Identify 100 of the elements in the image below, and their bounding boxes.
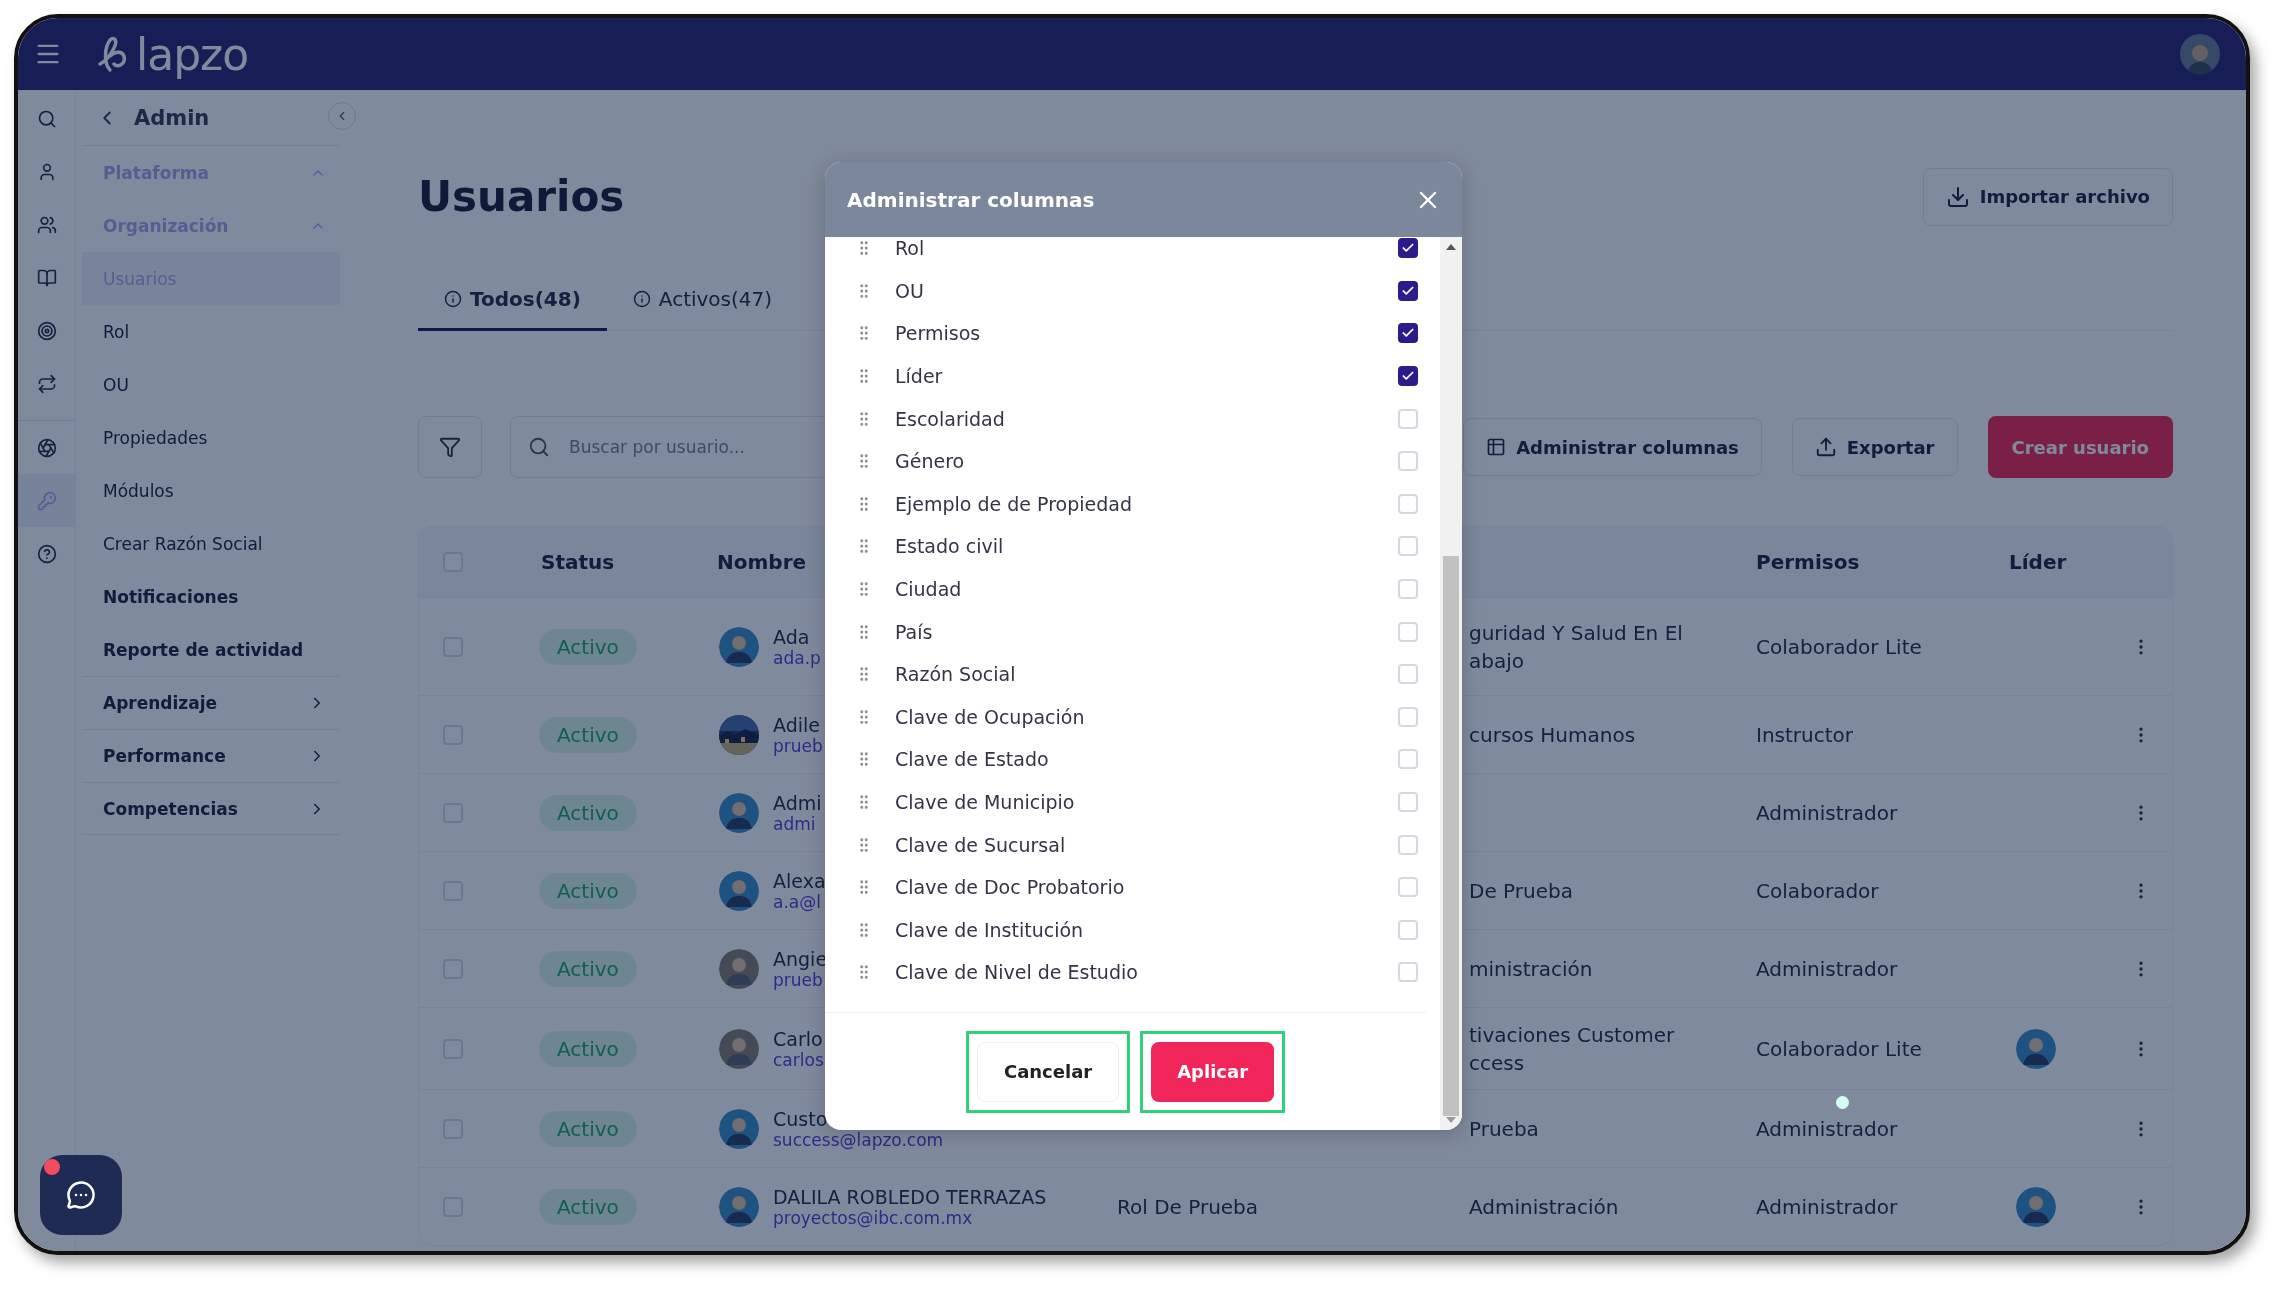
status-badge: Activo [539,950,637,987]
column-checkbox[interactable] [1398,323,1418,344]
table-cell-text: Prueba [1469,1115,1539,1143]
column-option-label: Clave de Doc Probatorio [895,876,1126,899]
sidebar-item[interactable]: Rol [82,305,340,358]
table-cell-text: Colaborador [1756,877,1879,905]
users-icon [36,214,57,235]
sidebar-item[interactable]: OU [82,358,340,411]
sidebar-item[interactable]: Competencias [82,782,340,835]
user-email[interactable]: prueb [773,735,823,756]
table-cell-text: Administrador [1756,1193,1898,1221]
table-cell-text: tivaciones Customer ccess [1469,1021,1676,1077]
table-cell-text: Instructor [1756,721,1854,749]
table-cell-text: Rol De Prueba [1117,1193,1259,1221]
column-option-label: Clave de Institución [895,918,1085,941]
user-name: Custo [773,1107,829,1130]
table-icon [1486,437,1507,457]
column-option-label: Estado civil [895,535,1005,558]
sidebar-item[interactable]: Módulos [82,464,340,517]
column-option-label: Permisos [895,322,982,345]
user-name: Adile [773,713,821,736]
export-button[interactable]: Exportar [1791,418,1958,476]
manage-columns-button[interactable]: Administrar columnas [1463,418,1762,476]
book-icon [36,267,57,288]
sidebar-item[interactable]: Aprendizaje [82,676,340,729]
table-cell-text: Administrador [1756,955,1898,983]
sidebar-item[interactable]: Reporte de actividad [82,623,340,676]
scrollbar[interactable] [1440,237,1462,1130]
chat-icon [66,1180,96,1210]
help-icon [36,543,57,564]
info-icon [444,289,462,308]
column-header: Nombre [717,550,807,574]
column-option-label: Clave de Ocupación [895,705,1086,728]
status-badge: Activo [539,1188,637,1225]
apply-button[interactable]: Aplicar [1151,1041,1275,1102]
user-name: Carlo [773,1027,824,1050]
column-checkbox[interactable] [1398,280,1418,301]
column-option-label: Ciudad [895,578,963,601]
sidebar-item[interactable]: Notificaciones [82,570,340,623]
cancel-button[interactable]: Cancelar [976,1041,1120,1102]
import-button[interactable]: Importar archivo [1922,167,2173,226]
column-header: Status [541,550,615,574]
table-cell-text: cursos Humanos [1469,721,1636,749]
column-option-label: Clave de Estado [895,748,1050,771]
user-email[interactable]: carlos [773,1049,824,1070]
download-icon [1945,184,1970,209]
repeat-icon [36,373,57,394]
avatar-icon [719,870,759,911]
user-email[interactable]: admi [773,813,822,834]
avatar-icon [719,1108,759,1149]
logo-text: lapzo [136,28,249,80]
user-avatar[interactable] [2180,34,2220,74]
filter-button[interactable] [418,416,482,478]
create-user-button[interactable]: Crear usuario [1987,416,2173,478]
table-cell-text: guridad Y Salud En El abajo [1469,619,1684,675]
status-badge: Activo [539,1030,637,1067]
sidebar-item[interactable]: Crear Razón Social [82,517,340,570]
avatar-icon [719,948,759,989]
table-cell-text: Administración [1469,1193,1619,1221]
user-name: Alexa [773,869,826,892]
sidebar-item[interactable]: Performance [82,729,340,782]
column-option-label: Rol [895,237,926,260]
sidebar-item[interactable]: Propiedades [82,411,340,464]
user-name: Angie [773,947,828,970]
user-email[interactable]: ada.p [773,647,821,668]
table-cell-text: ministración [1469,955,1593,983]
user-name: Admi [773,791,822,814]
user-email[interactable]: proyectos@ibc.com.mx [773,1207,1047,1228]
notification-dot [44,1159,60,1175]
avatar-icon [2016,1028,2056,1069]
column-option-label: Ejemplo de de Propiedad [895,492,1133,515]
avatar-icon [719,626,759,667]
column-checkbox[interactable] [1398,238,1418,259]
avatar-icon [719,792,759,833]
key-icon [36,490,57,511]
page-title: Usuarios [418,172,625,221]
column-checkbox[interactable] [1398,366,1418,387]
status-badge: Activo [539,1110,637,1147]
dialog-title: Administrar columnas [847,187,1095,212]
user-email[interactable]: a.a@l [773,891,826,912]
filter-icon [439,436,461,458]
tab[interactable]: Activos(47) [606,269,799,331]
table-cell-text: Administrador [1756,799,1898,827]
status-badge: Activo [539,628,637,665]
tab[interactable]: Todos(48) [418,269,607,331]
column-option-label: Razón Social [895,663,1017,686]
scroll-up-icon[interactable] [1445,243,1457,251]
status-badge: Activo [539,794,637,831]
column-header: Permisos [1756,550,1860,574]
user-name: Ada [773,625,811,648]
column-option-label: Líder [895,365,944,388]
table-cell-text: Colaborador Lite [1756,1035,1922,1063]
search-icon [528,436,550,458]
column-option-label: OU [895,279,925,302]
column-option-label: País [895,620,934,643]
user-email[interactable]: success@lapzo.com [773,1129,944,1150]
upload-icon [1814,436,1837,458]
table-cell-text: Administrador [1756,1115,1898,1143]
user-email[interactable]: prueb [773,969,828,990]
chat-button[interactable] [40,1155,122,1235]
